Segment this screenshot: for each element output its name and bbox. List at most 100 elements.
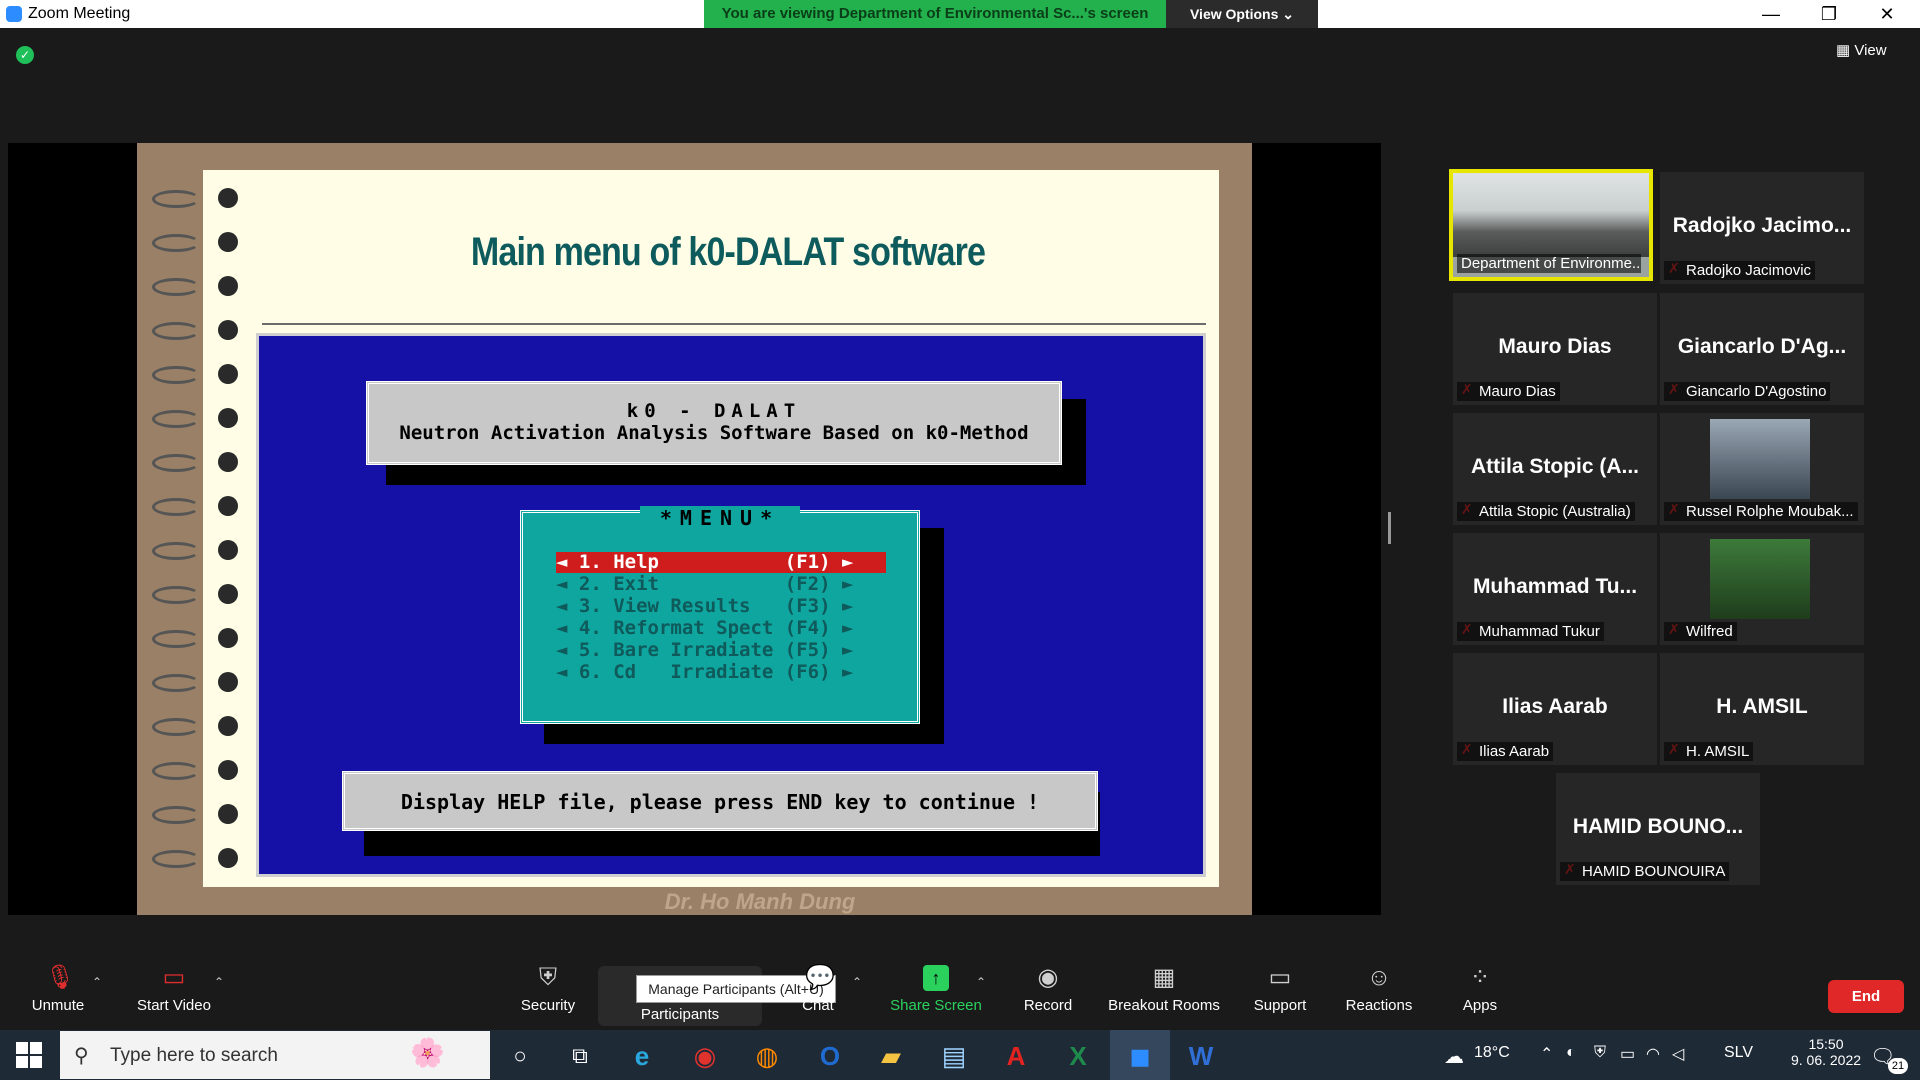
wifi-icon[interactable]: ◠ <box>1646 1044 1660 1064</box>
participant-name: H. AMSIL <box>1716 695 1808 718</box>
windows-start-icon[interactable] <box>16 1042 42 1068</box>
volume-icon[interactable]: ◁ <box>1672 1044 1684 1064</box>
share-screen-button[interactable]: ↑ Share Screen <box>876 965 996 1014</box>
app-window-icon[interactable]: ▤ <box>934 1038 974 1074</box>
security-tray-icon[interactable]: ⛨ <box>1594 1044 1606 1062</box>
excel-icon[interactable]: X <box>1058 1038 1098 1074</box>
support-icon: ▭ <box>1268 964 1292 991</box>
breakout-rooms-button[interactable]: ▦ Breakout Rooms <box>1104 964 1224 1015</box>
spiral-hole <box>218 804 238 824</box>
spiral-ring <box>152 630 200 648</box>
spiral-ring <box>152 278 200 296</box>
weather-icon[interactable]: ☁ <box>1444 1044 1464 1069</box>
participant-tile[interactable]: HAMID BOUNO... ✗ HAMID BOUNOUIRA <box>1556 773 1760 885</box>
participant-tile[interactable]: H. AMSIL ✗ H. AMSIL <box>1660 653 1864 765</box>
participant-tile[interactable]: Ilias Aarab ✗ Ilias Aarab <box>1453 653 1657 765</box>
tray-chevron-icon[interactable]: ⌃ <box>1540 1044 1553 1064</box>
dos-header-box: k0 - DALAT Neutron Activation Analysis S… <box>366 381 1062 465</box>
record-button[interactable]: ◉ Record <box>988 965 1108 1015</box>
participant-tile[interactable]: ✗ Russel Rolphe Moubak... <box>1660 413 1864 525</box>
clock-time: 15:50 <box>1808 1036 1844 1052</box>
start-video-label: Start Video <box>137 997 211 1014</box>
file-explorer-icon[interactable]: ▰ <box>871 1038 911 1074</box>
spiral-ring <box>152 322 200 340</box>
participant-tile[interactable]: Mauro Dias ✗ Mauro Dias <box>1453 293 1657 405</box>
menu-item-bare-irradiate: ◄ 5. Bare Irradiate (F5) ► <box>556 639 854 661</box>
participant-tile[interactable]: Giancarlo D'Ag... ✗ Giancarlo D'Agostino <box>1660 293 1864 405</box>
spiral-ring <box>152 454 200 472</box>
apps-button[interactable]: ⁘ Apps <box>1420 965 1540 1015</box>
participant-label: Wilfred <box>1664 622 1737 641</box>
acrobat-icon[interactable]: A <box>996 1038 1036 1074</box>
view-layout-button[interactable]: ▦ View <box>1836 38 1908 64</box>
audio-options-caret[interactable]: ⌃ <box>92 975 102 989</box>
reactions-icon: ☺ <box>1366 964 1392 991</box>
battery-icon[interactable]: ▭ <box>1620 1044 1635 1064</box>
muted-mic-icon: 🎙 <box>45 964 76 991</box>
participant-label: Russel Rolphe Moubak... <box>1664 502 1858 521</box>
unmute-button[interactable]: 🎙 Unmute <box>0 964 118 1015</box>
breakout-rooms-icon: ▦ <box>1152 964 1176 991</box>
dos-header-line2: Neutron Activation Analysis Software Bas… <box>399 422 1029 444</box>
minimize-icon[interactable]: — <box>1742 0 1800 28</box>
language-indicator[interactable]: SLV <box>1724 1044 1753 1062</box>
clock[interactable]: 15:50 9. 06. 2022 <box>1784 1036 1868 1068</box>
word-icon[interactable]: W <box>1181 1038 1221 1074</box>
outlook-icon[interactable]: O <box>810 1038 850 1074</box>
security-button[interactable]: ⛨ Security <box>488 964 608 1015</box>
participant-tile[interactable]: Department of Environme... <box>1449 169 1653 281</box>
participant-tile[interactable]: Muhammad Tu... ✗ Muhammad Tukur <box>1453 533 1657 645</box>
share-screen-label: Share Screen <box>890 997 982 1014</box>
start-video-button[interactable]: ▭ Start Video <box>114 965 234 1015</box>
restore-icon[interactable]: ❐ <box>1800 0 1858 28</box>
end-meeting-button[interactable]: End <box>1828 980 1904 1013</box>
spiral-hole <box>218 628 238 648</box>
video-options-caret[interactable]: ⌃ <box>214 975 224 989</box>
view-options-button[interactable]: View Options ⌄ <box>1166 0 1318 28</box>
spiral-ring <box>152 234 200 252</box>
spiral-ring <box>152 806 200 824</box>
chat-icon: 💬 <box>805 964 835 991</box>
support-label: Support <box>1253 997 1307 1014</box>
temperature[interactable]: 18°C <box>1474 1044 1510 1062</box>
taskbar-search-placeholder: Type here to search <box>110 1045 278 1066</box>
participant-tile[interactable]: Radojko Jacimo... ✗ Radojko Jacimovic <box>1660 172 1864 284</box>
menu-item-help: ◄ 1. Help (F1) ► <box>556 552 886 573</box>
viewing-banner: You are viewing Department of Environmen… <box>704 0 1166 28</box>
participant-tile[interactable]: Attila Stopic (A... ✗ Attila Stopic (Aus… <box>1453 413 1657 525</box>
spiral-ring <box>152 498 200 516</box>
participant-label: Department of Environme... <box>1457 254 1641 273</box>
encryption-shield-icon[interactable]: ✓ <box>16 46 34 64</box>
spiral-ring <box>152 674 200 692</box>
close-icon[interactable]: ✕ <box>1858 0 1916 28</box>
share-options-caret[interactable]: ⌃ <box>976 975 986 989</box>
spiral-ring <box>152 718 200 736</box>
tray-app-icon[interactable]: ◐ <box>1566 1044 1576 1062</box>
internet-explorer-icon[interactable]: e <box>622 1038 662 1074</box>
video-feed <box>1453 173 1649 257</box>
spiral-ring <box>152 542 200 560</box>
profile-photo <box>1710 539 1810 619</box>
spiral-hole <box>218 540 238 560</box>
participant-name: Giancarlo D'Ag... <box>1677 335 1847 358</box>
reactions-label: Reactions <box>1345 997 1413 1014</box>
menu-item-cd-irradiate: ◄ 6. Cd Irradiate (F6) ► <box>556 661 854 683</box>
chat-button[interactable]: 💬 Chat <box>758 964 878 1015</box>
participant-tile[interactable]: ✗ Wilfred <box>1660 533 1864 645</box>
firefox-icon[interactable]: ◍ <box>747 1038 787 1074</box>
cortana-icon[interactable]: ○ <box>500 1038 540 1074</box>
gallery-resize-handle[interactable] <box>1388 512 1391 544</box>
participants-button[interactable]: Participants <box>620 1006 740 1023</box>
participant-label: Mauro Dias <box>1457 382 1560 401</box>
chrome-icon[interactable]: ◉ <box>685 1038 725 1074</box>
shield-icon: ⛨ <box>539 964 557 991</box>
spiral-hole <box>218 452 238 472</box>
participant-name: Attila Stopic (A... <box>1471 455 1639 478</box>
spiral-ring <box>152 410 200 428</box>
zoom-taskbar-icon[interactable]: ◼ <box>1120 1038 1160 1074</box>
participant-label: Muhammad Tukur <box>1457 622 1604 641</box>
spiral-hole <box>218 716 238 736</box>
search-highlight-icon: 🌸 <box>410 1037 445 1068</box>
task-view-icon[interactable]: ⧉ <box>560 1038 600 1074</box>
profile-photo <box>1710 419 1810 499</box>
